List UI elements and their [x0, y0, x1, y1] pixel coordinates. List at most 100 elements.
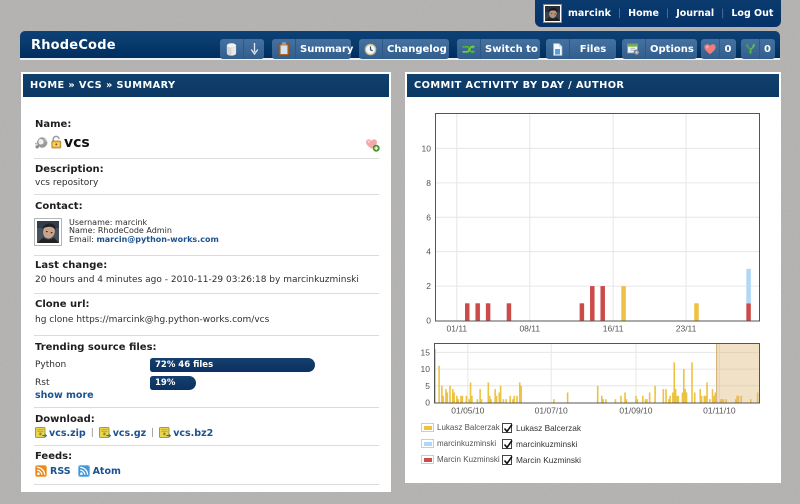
- author-filter: marcinkuzminski: [502, 437, 577, 450]
- username-link[interactable]: marcink: [568, 8, 611, 19]
- journal-link[interactable]: Journal: [676, 8, 714, 19]
- forks-count: 0: [760, 39, 775, 59]
- legend-swatch-color: [424, 458, 432, 462]
- separator: |: [91, 428, 94, 438]
- nav-switch-to-label: Switch to: [481, 44, 542, 55]
- author-checkbox[interactable]: [502, 455, 512, 465]
- user-avatar: [544, 5, 561, 22]
- download-zip-link[interactable]: vcs.zip: [49, 428, 86, 439]
- unlock-icon: [50, 135, 63, 149]
- file-icon: [546, 39, 570, 59]
- feeds-label: Feeds:: [35, 451, 72, 463]
- atom-feed-link[interactable]: Atom: [93, 466, 121, 477]
- trending-bar: 72% 46 files: [150, 358, 315, 372]
- svg-text:4: 4: [426, 247, 431, 257]
- legend-label: Marcin Kuzminski: [437, 455, 500, 464]
- divider: [34, 293, 379, 294]
- rss-feed-link[interactable]: RSS: [50, 466, 71, 477]
- nav-files-label: Files: [570, 44, 616, 55]
- divider: [34, 484, 379, 485]
- svg-text:23/11: 23/11: [676, 324, 697, 334]
- repo-switcher-button[interactable]: [220, 39, 264, 59]
- home-link[interactable]: Home: [628, 8, 659, 19]
- author-checkbox[interactable]: [502, 439, 512, 449]
- clone-url-text: hg clone https://marcink@hg.python-works…: [35, 315, 269, 326]
- download-bz2-link[interactable]: vcs.bz2: [173, 428, 213, 439]
- divider: [34, 158, 379, 159]
- breadcrumb: HOME » VCS » SUMMARY: [23, 74, 389, 97]
- last-change-label: Last change:: [35, 260, 107, 272]
- nav-files-button[interactable]: Files: [546, 39, 616, 59]
- download-links-row: vcs.zip | vcs.gz | vcs.bz2: [35, 427, 213, 439]
- svg-text:01/11: 01/11: [447, 324, 468, 334]
- separator: |: [618, 8, 621, 19]
- description-label: Description:: [35, 164, 104, 176]
- trending-bar: 19%: [150, 376, 196, 390]
- author-checkbox[interactable]: [502, 423, 512, 433]
- nav-summary-label: Summary: [296, 44, 357, 55]
- mercurial-icon: [34, 135, 49, 150]
- svg-text:10: 10: [422, 143, 432, 153]
- forks-counter[interactable]: 0: [741, 39, 775, 59]
- svg-text:01/11/10: 01/11/10: [703, 406, 736, 416]
- nav-summary-button[interactable]: Summary: [272, 39, 351, 59]
- archive-icon: [99, 427, 111, 439]
- trending-label: Trending source files:: [35, 342, 157, 354]
- legend-swatch: [421, 439, 434, 448]
- repo-name: vcs: [64, 135, 90, 151]
- divider: [34, 335, 379, 336]
- svg-text:8: 8: [426, 178, 431, 188]
- nav-switch-to-button[interactable]: Switch to: [457, 39, 540, 59]
- fork-icon: [741, 39, 760, 59]
- separator: |: [151, 428, 154, 438]
- nav-changelog-button[interactable]: Changelog: [359, 39, 449, 59]
- rss-icon: [35, 465, 47, 477]
- svg-text:01/07/10: 01/07/10: [535, 406, 568, 416]
- contact-avatar: [35, 219, 61, 245]
- logout-link[interactable]: Log Out: [731, 8, 773, 19]
- commit-activity-panel: COMMIT ACTIVITY BY DAY / AUTHOR 02468100…: [405, 72, 781, 483]
- description-text: vcs repository: [35, 178, 98, 189]
- contact-email-line: Email: marcin@python-works.com: [69, 236, 219, 244]
- app-logo[interactable]: RhodeCode: [31, 31, 116, 60]
- svg-text:10: 10: [421, 364, 431, 374]
- legend-label: marcinkuzminski: [437, 439, 496, 448]
- legend-item: marcinkuzminski: [421, 437, 496, 450]
- legend-label: Lukasz Balcerzak: [437, 423, 500, 432]
- atom-icon: [78, 465, 90, 477]
- svg-text:2: 2: [426, 281, 431, 291]
- follow-heart-icon[interactable]: [365, 137, 380, 152]
- download-gz-link[interactable]: vcs.gz: [113, 428, 146, 439]
- nav-options-button[interactable]: Options: [622, 39, 697, 59]
- divider: [34, 255, 379, 256]
- svg-text:08/11: 08/11: [519, 324, 540, 334]
- svg-text:0: 0: [425, 398, 430, 408]
- svg-text:5: 5: [425, 381, 430, 391]
- author-checkbox-label: Marcin Kuzminski: [516, 455, 581, 465]
- archive-icon: [35, 427, 47, 439]
- author-checkbox-label: Lukasz Balcerzak: [516, 423, 581, 433]
- nav-changelog-label: Changelog: [383, 44, 451, 55]
- user-menu-bar: marcink | Home | Journal | Log Out: [535, 0, 781, 27]
- database-icon: [220, 39, 244, 59]
- svg-text:0: 0: [426, 316, 431, 326]
- separator: |: [721, 8, 724, 19]
- download-label: Download:: [35, 414, 95, 426]
- clipboard-icon: [272, 39, 296, 59]
- legend-item: Marcin Kuzminski: [421, 453, 500, 466]
- author-checkbox-label: marcinkuzminski: [516, 439, 577, 449]
- contact-email-link[interactable]: marcin@python-works.com: [96, 235, 218, 244]
- contact-label: Contact:: [35, 201, 83, 213]
- divider: [34, 194, 379, 195]
- heart-icon: [701, 39, 720, 59]
- followers-counter[interactable]: 0: [701, 39, 736, 59]
- main-navbar: RhodeCode Summary Changelog: [20, 31, 780, 60]
- dropdown-arrow-icon: [244, 39, 264, 59]
- show-more-link[interactable]: show more: [35, 390, 94, 401]
- contact-info: Username: marcink Name: RhodeCode Admin …: [69, 219, 219, 244]
- contact-email-prefix: Email:: [69, 235, 96, 244]
- separator: |: [666, 8, 669, 19]
- author-filter: Marcin Kuzminski: [502, 453, 581, 466]
- archive-icon: [159, 427, 171, 439]
- name-label: Name:: [35, 119, 71, 131]
